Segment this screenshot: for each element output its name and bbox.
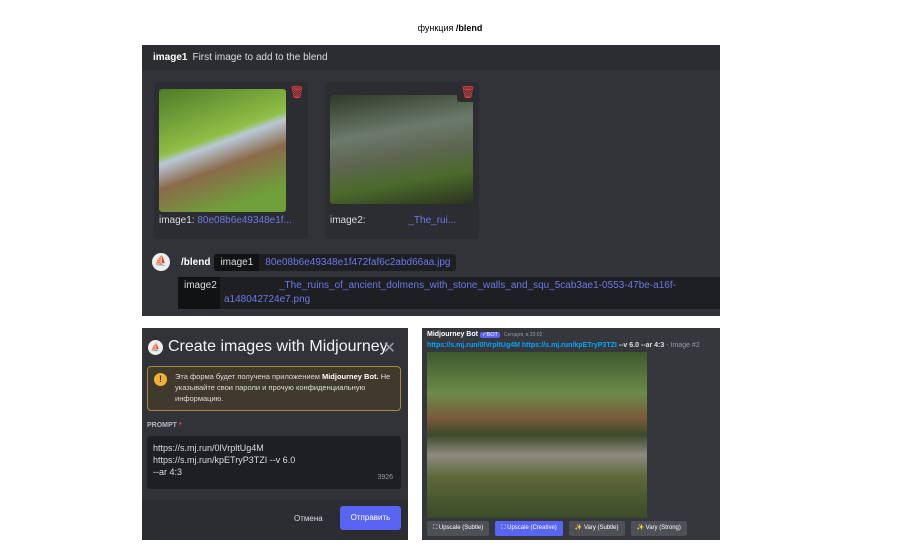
submit-button[interactable]: Отправить xyxy=(340,506,401,530)
timestamp: Сегодня, в 20:02 xyxy=(503,332,543,338)
prompt-label: PROMPT * xyxy=(147,422,182,429)
close-icon[interactable]: ✕ xyxy=(383,338,396,358)
command-preview: ⛵ /blend image1 80e08b6e49348e1f472faf6c2… xyxy=(152,253,457,271)
char-count: 3926 xyxy=(377,474,393,481)
warning-icon: ! xyxy=(154,373,167,386)
option-image1[interactable]: image1 80e08b6e49348e1f472faf6c2abd66aa.j… xyxy=(214,253,457,271)
create-images-modal: ⛵ Create images with Midjourney ✕ ! Эта фо… xyxy=(142,328,408,540)
midjourney-avatar: ⛵ xyxy=(148,339,163,355)
prompt-input[interactable]: https://s.mj.run/0lVrpltUg4M https://s.mj… xyxy=(147,436,401,489)
vary-strong-button[interactable]: ✨ Vary (Strong) xyxy=(630,521,687,536)
modal-title: Create images with Midjourney xyxy=(168,338,388,355)
generated-image[interactable] xyxy=(427,352,647,518)
upscale-subtle-button[interactable]: ⛶ Upscale (Subtle) xyxy=(427,521,490,536)
option-image2[interactable]: image2 _The_ruins_of_ancient_dolmens_with… xyxy=(178,277,720,309)
prompt-link-1[interactable]: https://s.mj.run/0lVrpltUg4M xyxy=(427,342,520,349)
midjourney-avatar: ⛵ xyxy=(152,253,170,271)
prompt-link-2[interactable]: https://s.mj.run/kpETryP3TZI xyxy=(522,342,617,349)
image2-preview xyxy=(330,95,473,204)
upscale-creative-button[interactable]: ⛶ Upscale (Creative) xyxy=(495,521,563,536)
delete-icon[interactable]: 🗑 xyxy=(457,82,479,102)
option-hint: image1 First image to add to the blend xyxy=(142,45,720,70)
delete-icon[interactable]: 🗑 xyxy=(286,82,308,102)
image1-preview xyxy=(159,89,286,212)
author-name[interactable]: Midjourney Bot xyxy=(427,331,478,338)
blend-command-panel: image1 First image to add to the blend 🗑 … xyxy=(142,45,720,316)
bot-badge: ✓BOT xyxy=(479,332,500,338)
vary-subtle-button[interactable]: ✨ Vary (Subtle) xyxy=(568,521,625,536)
attachment-card-image2[interactable]: 🗑 image2: _The_rui... xyxy=(325,82,479,239)
attachment-card-image1[interactable]: 🗑 image1: 80e08b6e49348e1f... xyxy=(154,82,308,239)
page-title: функция /blend xyxy=(417,23,483,33)
cancel-button[interactable]: Отмена xyxy=(294,514,323,523)
bot-result-message: Midjourney Bot ✓BOT Сегодня, в 20:02 https… xyxy=(422,328,720,540)
privacy-warning: ! Эта форма будет получена приложением Mi… xyxy=(147,366,401,411)
